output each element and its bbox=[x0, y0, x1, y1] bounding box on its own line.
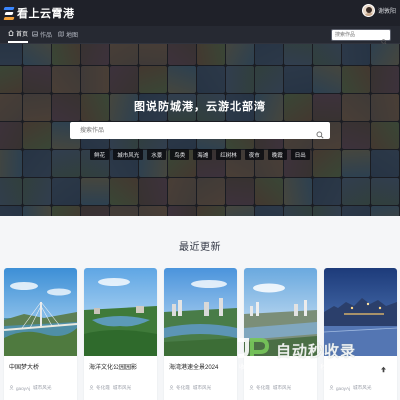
site-logo[interactable]: 看上云霄港 bbox=[3, 5, 75, 21]
user-icon bbox=[169, 385, 174, 391]
hero-title: 图说防城港，云游北部湾 bbox=[134, 101, 266, 113]
user-icon bbox=[9, 385, 14, 391]
work-title[interactable]: 海湾港速全景2024 bbox=[169, 362, 235, 371]
tag-chip[interactable]: 鲜花 bbox=[90, 149, 110, 160]
scroll-to-top-button[interactable] bbox=[376, 362, 390, 376]
work-author[interactable]: gaoyAj bbox=[336, 386, 350, 391]
image-icon bbox=[32, 31, 38, 39]
tab-home[interactable]: 首页 bbox=[8, 26, 29, 43]
hero-search-input[interactable] bbox=[80, 124, 310, 137]
tag-chip[interactable]: 城市风光 bbox=[113, 149, 144, 160]
header-search bbox=[331, 29, 391, 45]
work-card[interactable]: 冬化霞 城市风光 bbox=[244, 268, 317, 400]
work-meta: gaoyAj 城市风光 bbox=[329, 385, 397, 391]
work-title[interactable]: 海洋文化公园园影 bbox=[89, 362, 155, 371]
avatar[interactable] bbox=[361, 4, 375, 17]
work-author[interactable]: 冬化霞 bbox=[96, 385, 110, 391]
tag-chip[interactable]: 鸟类 bbox=[170, 149, 190, 160]
main-nav: 首页 作品 地图 bbox=[0, 26, 400, 45]
work-meta: 冬化霞 城市风光 bbox=[249, 385, 317, 391]
tab-works[interactable]: 作品 bbox=[32, 26, 52, 43]
logo-icon bbox=[3, 6, 15, 20]
user-name[interactable]: 谢敦阳 bbox=[378, 6, 396, 15]
user-icon bbox=[89, 385, 94, 391]
work-thumbnail[interactable] bbox=[164, 268, 237, 356]
tag-chip[interactable]: 海滩 bbox=[193, 149, 213, 160]
work-card[interactable]: 海洋文化公园园影 冬化霞 城市风光 bbox=[84, 268, 157, 400]
top-header: 看上云霄港 谢敦阳 bbox=[0, 0, 400, 26]
user-icon bbox=[329, 385, 334, 391]
hero-banner: 图说防城港，云游北部湾 鲜花 城市风光 水景 鸟类 海滩 红树林 夜市 晚霞 日… bbox=[0, 44, 400, 216]
work-thumbnail[interactable] bbox=[324, 268, 397, 356]
tab-home-label: 首页 bbox=[16, 32, 29, 38]
tab-map[interactable]: 地图 bbox=[58, 26, 78, 43]
work-card[interactable]: 中国梦大桥 gaoyAj 城市风光 bbox=[4, 268, 77, 400]
hero-search bbox=[70, 122, 330, 139]
tag-chip[interactable]: 日出 bbox=[290, 149, 310, 160]
work-thumbnail[interactable] bbox=[244, 268, 317, 356]
work-meta: 冬化霞 城市风光 bbox=[89, 385, 157, 391]
tag-chip[interactable]: 水景 bbox=[147, 149, 167, 160]
arrow-up-icon bbox=[380, 366, 386, 372]
work-author[interactable]: gaoyAj bbox=[16, 386, 30, 391]
work-category[interactable]: 城市风光 bbox=[273, 385, 291, 391]
search-icon[interactable] bbox=[316, 126, 324, 144]
work-meta: 冬化霞 城市风光 bbox=[169, 385, 237, 391]
user-menu[interactable]: 谢敦阳 bbox=[361, 4, 396, 17]
home-icon bbox=[8, 29, 14, 38]
header-search-input[interactable] bbox=[335, 30, 381, 40]
work-thumbnail[interactable] bbox=[84, 268, 157, 356]
work-card[interactable]: 海湾港速全景2024 冬化霞 城市风光 bbox=[164, 268, 237, 400]
map-icon bbox=[58, 30, 64, 39]
tag-chip[interactable]: 夜市 bbox=[244, 149, 264, 160]
tab-map-label: 地图 bbox=[66, 33, 79, 39]
work-category[interactable]: 城市风光 bbox=[193, 385, 211, 391]
tag-chip[interactable]: 红树林 bbox=[216, 149, 241, 160]
work-meta: gaoyAj 城市风光 bbox=[9, 385, 77, 391]
section-title: 最近更新 bbox=[179, 242, 221, 253]
page: 看上云霄港 谢敦阳 首页 作品 地图 搜索作品 图说防城港，云游北部湾 搜索作品… bbox=[0, 0, 400, 400]
work-category[interactable]: 城市风光 bbox=[353, 385, 371, 391]
work-category[interactable]: 城市风光 bbox=[113, 385, 131, 391]
work-author[interactable]: 冬化霞 bbox=[256, 385, 270, 391]
tag-chip[interactable]: 晚霞 bbox=[267, 149, 287, 160]
work-category[interactable]: 城市风光 bbox=[33, 385, 51, 391]
tab-works-label: 作品 bbox=[40, 33, 53, 39]
work-title[interactable]: 中国梦大桥 bbox=[9, 362, 75, 371]
work-thumbnail[interactable] bbox=[4, 268, 77, 356]
work-author[interactable]: 冬化霞 bbox=[176, 385, 190, 391]
user-icon bbox=[249, 385, 254, 391]
brand-name: 看上云霄港 bbox=[17, 8, 75, 20]
work-card[interactable]: gaoyAj 城市风光 bbox=[324, 268, 397, 400]
hot-tags: 鲜花 城市风光 水景 鸟类 海滩 红树林 夜市 晚霞 日出 bbox=[0, 149, 400, 160]
